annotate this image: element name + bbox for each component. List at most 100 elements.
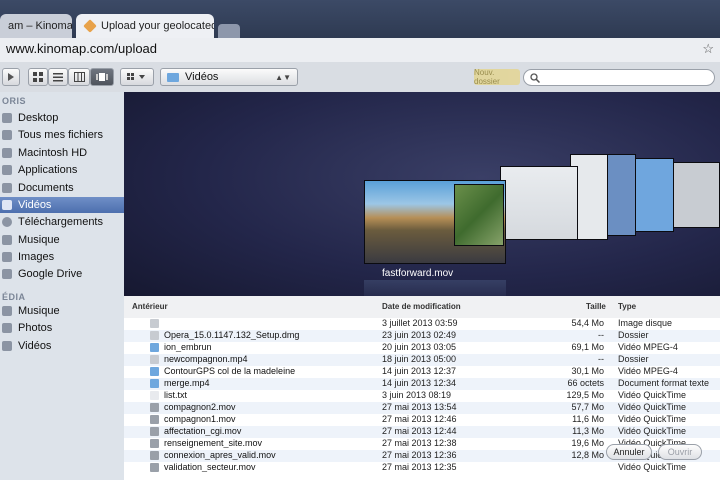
view-coverflow-button[interactable] — [90, 68, 114, 86]
coverflow-item[interactable] — [606, 154, 636, 236]
file-icon — [150, 367, 159, 376]
file-date: 27 mai 2013 12:46 — [382, 414, 457, 424]
bookmark-star-icon[interactable]: ☆ — [702, 41, 714, 57]
file-size: 129,5 Mo — [566, 390, 604, 400]
sidebar-item-label: Tous mes fichiers — [18, 129, 103, 141]
new-folder-button[interactable]: Nouv. dossier — [474, 68, 520, 86]
file-type: Document format texte — [618, 378, 710, 388]
sidebar-item-videos[interactable]: Vidéos — [0, 197, 124, 213]
file-date: 27 mai 2013 12:35 — [382, 462, 457, 472]
new-tab-button[interactable] — [218, 24, 240, 38]
view-icons-button[interactable] — [28, 68, 48, 86]
sidebar-item-all-files[interactable]: Tous mes fichiers — [0, 127, 124, 143]
search-field[interactable] — [523, 69, 715, 86]
forward-button[interactable] — [2, 68, 20, 86]
tab-upload[interactable]: Upload your geolocated vi × — [76, 14, 214, 38]
folder-location-popup[interactable]: Vidéos ▲▼ — [160, 68, 298, 86]
updown-chevron-icon: ▲▼ — [275, 72, 291, 82]
sidebar-item-photos[interactable]: Photos — [0, 320, 124, 336]
sidebar: ORIS Desktop Tous mes fichiers Macintosh… — [0, 92, 125, 480]
file-date: 14 juin 2013 12:34 — [382, 378, 457, 388]
sidebar-item-macintosh-hd[interactable]: Macintosh HD — [0, 145, 124, 161]
sidebar-item-images[interactable]: Images — [0, 249, 124, 265]
file-row[interactable]: Opera_15.0.1147.132_Setup.dmg 23 juin 201… — [124, 330, 720, 342]
file-row[interactable]: list.txt 3 juin 2013 08:19 129,5 Mo Vidéo Q… — [124, 390, 720, 402]
file-row[interactable]: validation_secteur.mov 27 mai 2013 12:35 V… — [124, 462, 720, 474]
file-name: ContourGPS col de la madeleine — [164, 366, 296, 376]
column-header-type[interactable]: Type — [618, 302, 636, 311]
file-size: 12,8 Mo — [571, 450, 604, 460]
sidebar-item-documents[interactable]: Documents — [0, 180, 124, 196]
sidebar-item-music[interactable]: Musique — [0, 232, 124, 248]
file-icon — [150, 415, 159, 424]
coverflow-icon — [96, 73, 108, 81]
file-row[interactable]: ion_embrun 20 juin 2013 03:05 69,1 Mo Vidéo… — [124, 342, 720, 354]
file-type: Image disque — [618, 318, 673, 328]
view-list-button[interactable] — [48, 68, 68, 86]
view-columns-button[interactable] — [68, 68, 90, 86]
list-icon — [53, 73, 63, 82]
file-list-header: Antérieur Date de modification Taille Ty… — [124, 296, 720, 319]
open-button[interactable]: Ouvrir — [658, 444, 702, 460]
grid-icon — [33, 72, 43, 82]
coverflow-selected-filename: fastforward.mov — [382, 268, 454, 279]
file-type: Vidéo MPEG-4 — [618, 342, 678, 352]
tab-label: am – Kinoma — [8, 20, 72, 32]
tab-kinomap[interactable]: am – Kinoma × — [0, 14, 72, 38]
file-row[interactable]: 3 juillet 2013 03:59 54,4 Mo Image disque — [124, 318, 720, 330]
sidebar-item-google-drive[interactable]: Google Drive — [0, 266, 124, 282]
file-size: 57,7 Mo — [571, 402, 604, 412]
file-name: compagnon1.mov — [164, 414, 236, 424]
column-header-date[interactable]: Date de modification — [382, 302, 461, 311]
file-icon — [150, 355, 159, 364]
file-icon — [150, 331, 159, 340]
columns-icon — [73, 72, 85, 82]
coverflow-item[interactable] — [634, 158, 674, 232]
file-type: Vidéo QuickTime — [618, 390, 687, 400]
sidebar-item-label: Applications — [18, 164, 78, 176]
file-icon — [150, 439, 159, 448]
file-icon — [150, 427, 159, 436]
file-size: 30,1 Mo — [571, 366, 604, 376]
file-row[interactable]: ContourGPS col de la madeleine 14 juin 20… — [124, 366, 720, 378]
file-size: 11,3 Mo — [572, 426, 604, 436]
coverflow-preview[interactable]: fastforward.mov — [124, 92, 720, 306]
arrange-button[interactable] — [120, 68, 154, 86]
cancel-button[interactable]: Annuler — [606, 444, 652, 460]
coverflow-item[interactable] — [500, 166, 578, 240]
coverflow-item[interactable] — [672, 162, 720, 228]
file-name: ion_embrun — [164, 342, 212, 352]
movies-icon — [2, 200, 12, 210]
column-header-size[interactable]: Taille — [586, 302, 606, 311]
file-icon — [150, 343, 159, 352]
hard-drive-icon — [2, 148, 12, 158]
file-size: 19,6 Mo — [571, 438, 604, 448]
file-row[interactable]: affectation_cgi.mov 27 mai 2013 12:44 11,3… — [124, 426, 720, 438]
sidebar-item-applications[interactable]: Applications — [0, 162, 124, 178]
url-text[interactable]: www.kinomap.com/upload — [6, 41, 157, 56]
sidebar-item-label: Images — [18, 251, 55, 263]
file-row[interactable]: compagnon2.mov 27 mai 2013 13:54 57,7 Mo Vi… — [124, 402, 720, 414]
file-date: 14 juin 2013 12:37 — [382, 366, 457, 376]
sidebar-item-media-music[interactable]: Musique — [0, 303, 124, 319]
file-size: 54,4 Mo — [571, 318, 604, 328]
file-size: 69,1 Mo — [571, 342, 604, 352]
file-row[interactable]: merge.mp4 14 juin 2013 12:34 66 octets Docu… — [124, 378, 720, 390]
sidebar-item-label: Photos — [18, 322, 53, 334]
sidebar-item-desktop[interactable]: Desktop — [0, 110, 124, 126]
sidebar-item-label: Desktop — [18, 112, 59, 124]
file-row[interactable]: newcompagnon.mp4 18 juin 2013 05:00 -- Doss… — [124, 354, 720, 366]
sidebar-item-downloads[interactable]: Téléchargements — [0, 214, 124, 230]
arrange-grid-chevron-icon — [127, 73, 145, 80]
sidebar-item-media-videos[interactable]: Vidéos — [0, 338, 124, 354]
file-row[interactable]: compagnon1.mov 27 mai 2013 12:46 11,6 Mo Vi… — [124, 414, 720, 426]
folder-popup-label: Vidéos — [185, 71, 219, 83]
address-bar[interactable]: www.kinomap.com/upload ☆ — [0, 38, 720, 63]
tab-label: Upload your geolocated vi — [101, 20, 214, 32]
all-files-icon — [2, 130, 12, 140]
column-header-name[interactable]: Antérieur — [132, 302, 168, 311]
file-size: 11,6 Mo — [572, 414, 604, 424]
downloads-icon — [2, 217, 12, 227]
sidebar-section-media: ÉDIA — [2, 292, 26, 302]
dialog-toolbar: Vidéos ▲▼ Nouv. dossier — [0, 66, 720, 90]
